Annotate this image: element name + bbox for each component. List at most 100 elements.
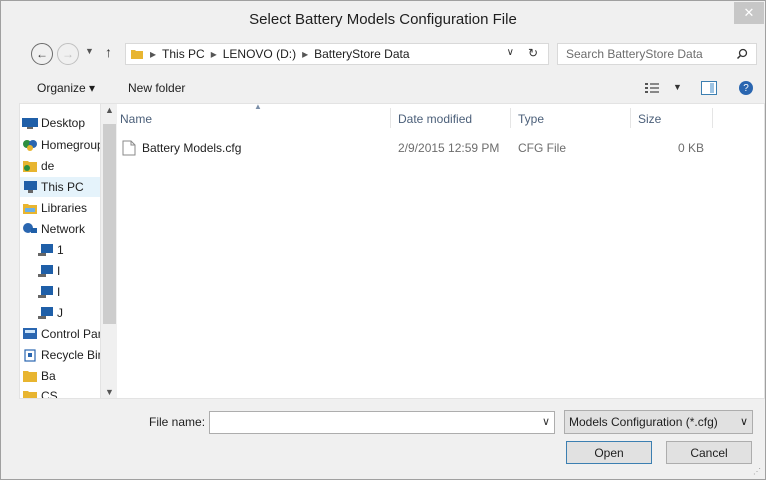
nav-item-label: de bbox=[41, 159, 55, 173]
scroll-down-icon[interactable]: ▼ bbox=[105, 387, 114, 397]
nav-item-label: 1 bbox=[57, 243, 64, 257]
nav-item-homegroup[interactable]: Homegroup bbox=[20, 135, 100, 155]
nav-item-label: Homegroup bbox=[41, 138, 100, 152]
file-name-input[interactable]: ∨ bbox=[209, 411, 555, 434]
preview-pane-button[interactable] bbox=[701, 81, 717, 95]
nav-item-folder[interactable]: Ba bbox=[20, 366, 100, 386]
nav-item-label: Network bbox=[41, 222, 86, 236]
breadcrumb-separator: ▸ bbox=[302, 47, 309, 61]
scroll-up-icon[interactable]: ▲ bbox=[105, 105, 114, 115]
file-list: ▲ Name Date modified Type Size Battery M… bbox=[118, 102, 766, 398]
column-header-size[interactable]: Size bbox=[638, 108, 661, 130]
recycle-bin-icon bbox=[22, 348, 38, 362]
nav-item-label: I bbox=[57, 264, 61, 278]
column-divider[interactable] bbox=[510, 108, 511, 128]
nav-item-user[interactable]: de bbox=[20, 156, 100, 176]
chevron-down-icon: ∨ bbox=[739, 416, 748, 428]
address-bar[interactable]: ▸ This PC ▸ LENOVO (D:) ▸ BatteryStore D… bbox=[125, 43, 549, 65]
title-bar: Select Battery Models Configuration File… bbox=[1, 1, 765, 37]
chevron-down-icon[interactable]: ∨ bbox=[542, 415, 550, 428]
column-header-label: Size bbox=[638, 112, 662, 126]
file-type-filter[interactable]: Models Configuration (*.cfg) ∨ bbox=[564, 410, 753, 434]
column-divider[interactable] bbox=[712, 108, 713, 128]
sort-ascending-icon: ▲ bbox=[254, 102, 262, 111]
close-button[interactable]: ✕ bbox=[734, 2, 764, 24]
column-divider[interactable] bbox=[630, 108, 631, 128]
search-box[interactable]: Search BatteryStore Data bbox=[557, 43, 757, 65]
nav-item-label: J bbox=[57, 306, 63, 320]
column-header-date-modified[interactable]: Date modified bbox=[398, 108, 472, 130]
breadcrumb-this-pc[interactable]: This PC bbox=[162, 47, 205, 61]
nav-item-network-computer[interactable]: I bbox=[20, 282, 100, 302]
file-name-cell: Battery Models.cfg bbox=[122, 138, 241, 158]
forward-button[interactable]: → bbox=[57, 43, 79, 65]
up-button[interactable]: ↑ bbox=[105, 44, 112, 60]
column-divider[interactable] bbox=[390, 108, 391, 128]
dialog-footer: File name: ∨ Models Configuration (*.cfg… bbox=[1, 401, 765, 479]
nav-item-folder[interactable]: CS bbox=[20, 386, 100, 398]
organize-button[interactable]: Organize ▾ bbox=[37, 81, 95, 95]
arrow-right-icon: → bbox=[62, 47, 74, 61]
breadcrumb-current-folder[interactable]: BatteryStore Data bbox=[314, 47, 409, 61]
recent-locations-dropdown[interactable]: ▼ bbox=[85, 46, 94, 56]
nav-item-network-computer[interactable]: J bbox=[20, 303, 100, 323]
cancel-button[interactable]: Cancel bbox=[666, 441, 752, 464]
nav-item-label: CS bbox=[41, 389, 58, 398]
table-row[interactable]: Battery Models.cfg 2/9/2015 12:59 PM CFG… bbox=[118, 138, 708, 158]
refresh-icon[interactable]: ↻ bbox=[528, 46, 538, 60]
view-options-button[interactable] bbox=[645, 82, 671, 94]
open-file-dialog: Select Battery Models Configuration File… bbox=[0, 0, 766, 480]
computer-icon bbox=[22, 180, 38, 194]
details-view-icon bbox=[645, 83, 659, 93]
file-icon bbox=[122, 140, 136, 156]
back-button[interactable]: ← bbox=[31, 43, 53, 65]
new-folder-button[interactable]: New folder bbox=[128, 81, 185, 95]
breadcrumb-separator: ▸ bbox=[150, 47, 157, 61]
user-folder-icon bbox=[22, 159, 38, 173]
scrollbar-thumb[interactable] bbox=[103, 124, 116, 324]
nav-item-this-pc[interactable]: This PC bbox=[20, 177, 100, 197]
dialog-title: Select Battery Models Configuration File bbox=[249, 10, 517, 28]
preview-pane-icon bbox=[710, 83, 714, 93]
help-button[interactable]: ? bbox=[739, 81, 753, 95]
open-button[interactable]: Open bbox=[566, 441, 652, 464]
search-placeholder: Search BatteryStore Data bbox=[566, 47, 703, 61]
file-date: 2/9/2015 12:59 PM bbox=[398, 141, 500, 155]
nav-item-network-computer[interactable]: I bbox=[20, 261, 100, 281]
network-computer-icon bbox=[38, 243, 54, 257]
nav-item-label: I bbox=[57, 285, 61, 299]
library-icon bbox=[22, 201, 38, 215]
nav-item-label: Libraries bbox=[41, 201, 88, 215]
nav-item-recycle-bin[interactable]: Recycle Bin bbox=[20, 345, 100, 365]
nav-item-network[interactable]: Network bbox=[20, 219, 100, 239]
network-computer-icon bbox=[38, 285, 54, 299]
breadcrumb-drive[interactable]: LENOVO (D:) bbox=[223, 47, 296, 61]
network-icon bbox=[22, 222, 38, 236]
nav-item-desktop[interactable]: Desktop bbox=[20, 113, 100, 133]
nav-item-label: This PC bbox=[41, 180, 84, 194]
control-panel-icon bbox=[22, 327, 38, 341]
arrow-up-icon: ↑ bbox=[105, 44, 112, 60]
chevron-down-icon[interactable]: ▼ bbox=[673, 82, 682, 92]
navigation-bar: ← → ▼ ↑ ▸ This PC ▸ LENOVO (D:) ▸ Batter… bbox=[1, 37, 765, 71]
nav-pane-scrollbar[interactable]: ▲ ▼ bbox=[100, 104, 117, 398]
address-dropdown-icon[interactable]: ∨ bbox=[507, 47, 514, 58]
search-icon bbox=[736, 48, 748, 60]
homegroup-icon bbox=[22, 138, 38, 152]
network-computer-icon bbox=[38, 306, 54, 320]
command-bar: Organize ▾ New folder ▼ ? bbox=[1, 73, 765, 103]
nav-item-network-computer[interactable]: 1 bbox=[20, 240, 100, 260]
nav-item-label: Desktop bbox=[41, 116, 86, 130]
nav-item-libraries[interactable]: Libraries bbox=[20, 198, 100, 218]
column-header-name[interactable]: Name bbox=[120, 108, 152, 130]
column-header-type[interactable]: Type bbox=[518, 108, 544, 130]
desktop-icon bbox=[22, 116, 38, 130]
arrow-left-icon: ← bbox=[36, 47, 48, 61]
folder-icon bbox=[22, 389, 38, 398]
folder-icon bbox=[22, 369, 38, 383]
navigation-pane: Desktop Homegroup de This PC Libraries N… bbox=[20, 104, 100, 398]
breadcrumb-separator: ▸ bbox=[210, 47, 217, 61]
resize-grip-icon[interactable]: ⋰ bbox=[753, 467, 763, 477]
close-icon: ✕ bbox=[743, 5, 755, 20]
nav-item-control-panel[interactable]: Control Panel bbox=[20, 324, 100, 344]
